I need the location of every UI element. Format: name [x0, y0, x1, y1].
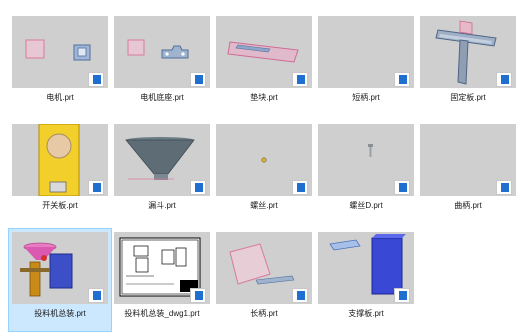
- part-file-icon: [394, 288, 410, 303]
- part-file-icon: [88, 288, 104, 303]
- part-file-icon: [292, 72, 308, 87]
- part-file-icon: [496, 72, 512, 87]
- file-tile-fixed-plate[interactable]: 固定板.prt: [420, 16, 516, 110]
- file-name: 漏斗.prt: [148, 201, 176, 210]
- file-name: 电机底座.prt: [140, 93, 184, 102]
- part-file-icon: [190, 72, 206, 87]
- file-tile-motor[interactable]: 电机.prt: [12, 16, 108, 110]
- file-tile-switch-plate[interactable]: 开关板.prt: [12, 124, 108, 218]
- part-file-icon: [292, 288, 308, 303]
- file-tile-support-plate[interactable]: 支撑板.prt: [318, 232, 414, 326]
- file-name: 长柄.prt: [250, 309, 278, 318]
- part-file-icon: [190, 180, 206, 195]
- file-tile-short-handle[interactable]: 短柄.prt: [318, 16, 414, 110]
- part-file-icon: [88, 72, 104, 87]
- file-name: 螺丝.prt: [250, 201, 278, 210]
- file-tile-long-handle[interactable]: 长柄.prt: [216, 232, 312, 326]
- file-name: 固定板.prt: [450, 93, 486, 102]
- part-file-icon: [190, 288, 206, 303]
- file-name: 开关板.prt: [42, 201, 78, 210]
- file-tile-feeder-assembly[interactable]: 投料机总装.prt: [8, 228, 112, 332]
- file-name: 支撑板.prt: [348, 309, 384, 318]
- part-file-icon: [394, 180, 410, 195]
- file-tile-feeder-assembly-dwg1[interactable]: 投料机总装_dwg1.prt: [114, 232, 210, 326]
- file-name: 电机.prt: [46, 93, 74, 102]
- part-file-icon: [88, 180, 104, 195]
- file-tile-screw-d[interactable]: 螺丝D.prt: [318, 124, 414, 218]
- file-tile-pad[interactable]: 垫块.prt: [216, 16, 312, 110]
- part-file-icon: [292, 180, 308, 195]
- file-name: 螺丝D.prt: [349, 201, 383, 210]
- file-name: 短柄.prt: [352, 93, 380, 102]
- file-name: 垫块.prt: [250, 93, 278, 102]
- file-tile-funnel[interactable]: 漏斗.prt: [114, 124, 210, 218]
- file-name: 投料机总装.prt: [34, 309, 86, 318]
- file-name: 投料机总装_dwg1.prt: [124, 309, 200, 318]
- part-file-icon: [496, 180, 512, 195]
- part-file-icon: [394, 72, 410, 87]
- file-tile-motor-base[interactable]: 电机底座.prt: [114, 16, 210, 110]
- file-tile-crank[interactable]: 曲柄.prt: [420, 124, 516, 218]
- file-tile-screw[interactable]: 螺丝.prt: [216, 124, 312, 218]
- file-name: 曲柄.prt: [454, 201, 482, 210]
